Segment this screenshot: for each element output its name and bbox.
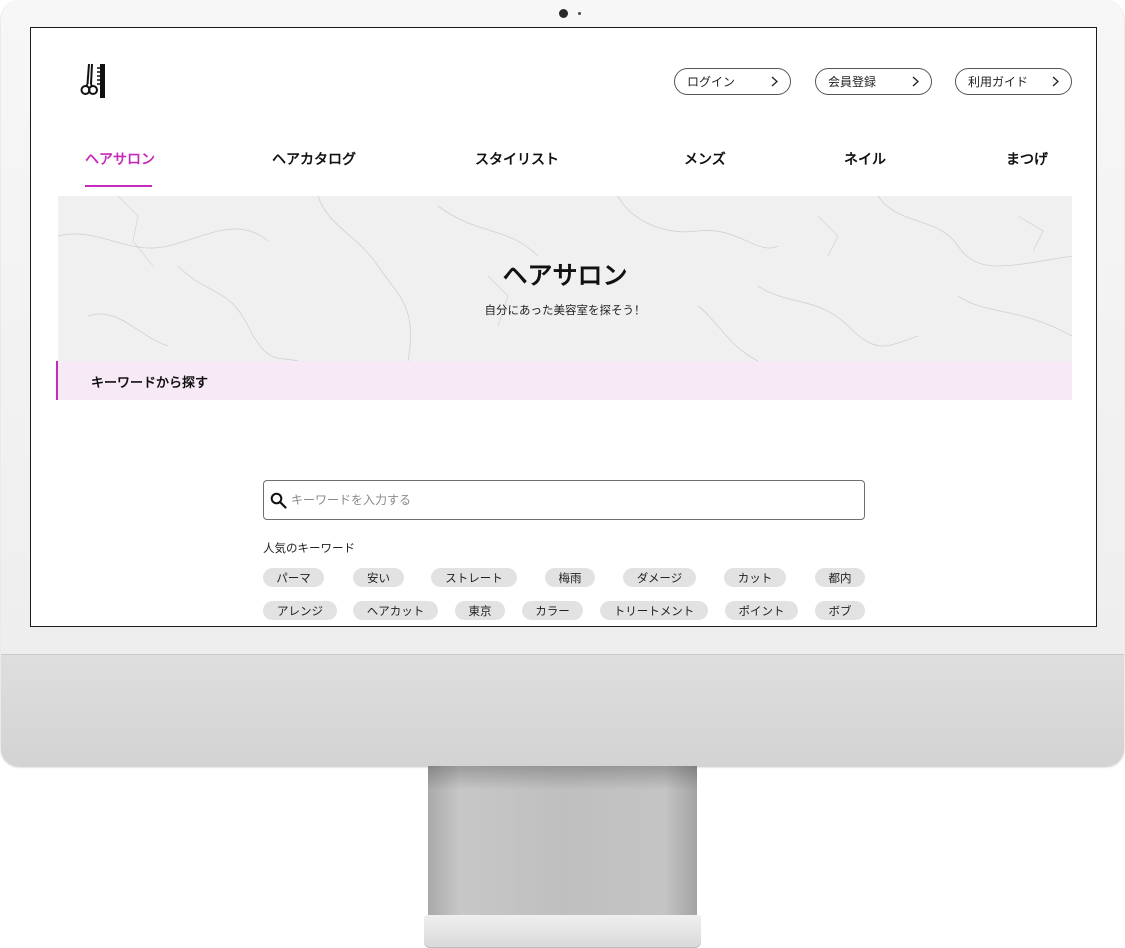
keyword-chip[interactable]: ポイント xyxy=(725,601,798,620)
search-box[interactable] xyxy=(263,480,865,520)
tab-mens[interactable]: メンズ xyxy=(684,149,726,169)
monitor-stand xyxy=(428,766,697,926)
guide-button-label: 利用ガイド xyxy=(968,75,1029,89)
stand-shadow xyxy=(428,766,697,790)
page-title: ヘアサロン xyxy=(502,261,628,290)
search-icon xyxy=(270,492,287,509)
keyword-chip[interactable]: カラー xyxy=(522,601,583,620)
keyword-chip[interactable]: ボブ xyxy=(815,601,865,620)
keyword-chip[interactable]: 梅雨 xyxy=(545,568,595,587)
active-tab-indicator xyxy=(85,185,152,187)
search-input[interactable] xyxy=(291,490,851,510)
chevron-right-icon xyxy=(771,76,778,87)
monitor-frame: ログイン 会員登録 利用ガイド ヘアサロン ヘアカタログ スタイリスト メンズ … xyxy=(1,0,1124,766)
keyword-chip[interactable]: 安い xyxy=(353,568,404,587)
keyword-chip[interactable]: カット xyxy=(724,568,786,587)
chevron-right-icon xyxy=(1052,76,1059,87)
keyword-chip[interactable]: トリートメント xyxy=(600,601,708,620)
register-button[interactable]: 会員登録 xyxy=(815,68,932,95)
monitor-chin xyxy=(1,654,1124,766)
login-button-label: ログイン xyxy=(687,75,736,89)
tab-eyelash[interactable]: まつげ xyxy=(1006,149,1048,169)
section-header: キーワードから探す xyxy=(56,361,1072,400)
keyword-chip[interactable]: 都内 xyxy=(815,568,865,587)
keyword-chip[interactable]: アレンジ xyxy=(263,601,337,620)
chevron-right-icon xyxy=(912,76,919,87)
login-button[interactable]: ログイン xyxy=(674,68,791,95)
screen: ログイン 会員登録 利用ガイド ヘアサロン ヘアカタログ スタイリスト メンズ … xyxy=(30,27,1097,627)
section-title: キーワードから探す xyxy=(91,376,209,391)
keyword-chip[interactable]: パーマ xyxy=(263,568,324,587)
keyword-chip[interactable]: 東京 xyxy=(455,601,505,620)
popular-keywords-label: 人気のキーワード xyxy=(263,541,355,555)
keyword-chip[interactable]: ストレート xyxy=(431,568,517,587)
sensor-dot xyxy=(578,12,581,15)
tab-hair-salon[interactable]: ヘアサロン xyxy=(85,149,155,169)
register-button-label: 会員登録 xyxy=(828,75,877,89)
scissors-comb-icon[interactable] xyxy=(79,62,109,102)
guide-button[interactable]: 利用ガイド xyxy=(955,68,1072,95)
keyword-chip[interactable]: ダメージ xyxy=(623,568,696,587)
hero-banner: ヘアサロン 自分にあった美容室を探そう！ xyxy=(58,196,1072,361)
tab-nail[interactable]: ネイル xyxy=(844,149,886,169)
page-subtitle: 自分にあった美容室を探そう！ xyxy=(484,303,646,317)
monitor-stand-foot xyxy=(424,915,701,948)
keyword-chip[interactable]: ヘアカット xyxy=(353,601,438,620)
tab-hair-catalog[interactable]: ヘアカタログ xyxy=(272,149,356,169)
camera-icon xyxy=(559,9,568,18)
tab-stylist[interactable]: スタイリスト xyxy=(475,149,559,169)
